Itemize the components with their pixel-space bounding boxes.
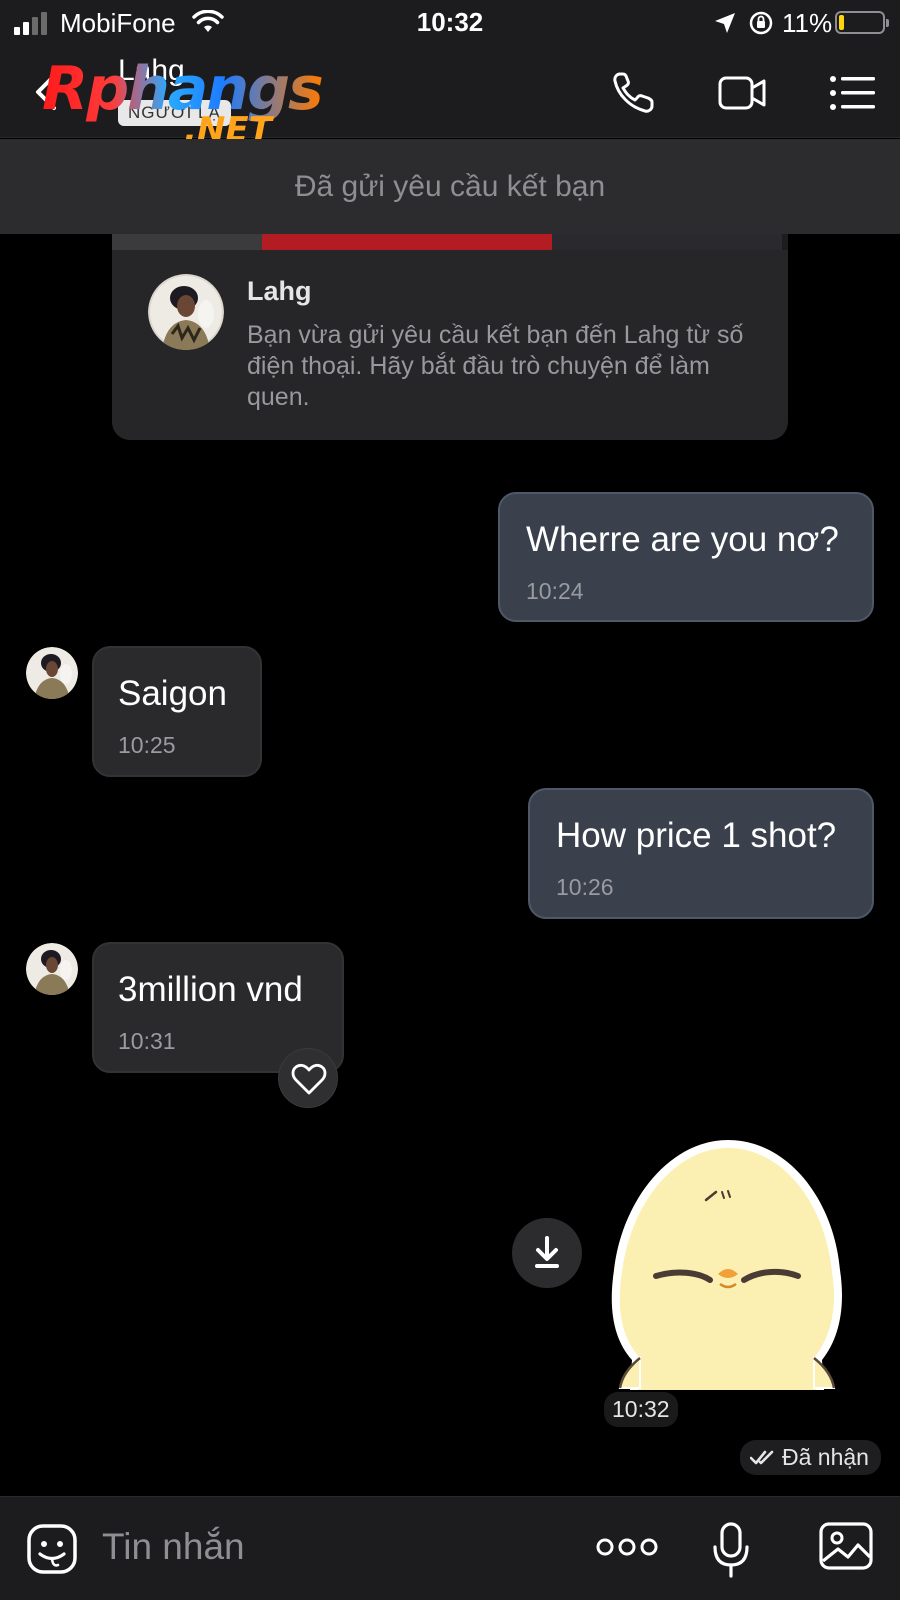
message-text: Wherre are you nơ? [526, 520, 839, 559]
stranger-badge: NGƯỜI LẠ [118, 100, 231, 126]
download-icon [535, 1236, 559, 1268]
message-time: 10:24 [526, 578, 584, 604]
double-check-icon [750, 1450, 774, 1464]
message-text: How price 1 shot? [556, 816, 837, 855]
battery-percentage: 11% [782, 8, 833, 38]
intro-description: Bạn vừa gửi yêu cầu kết bạn đến Lahg từ … [247, 321, 744, 411]
more-options-icon[interactable] [596, 1533, 658, 1561]
message-time: 10:25 [118, 732, 176, 758]
back-icon[interactable] [28, 70, 68, 114]
message-time: 10:32 [604, 1392, 678, 1427]
sender-avatar[interactable] [26, 943, 78, 995]
image-gallery-icon[interactable] [818, 1521, 874, 1571]
outgoing-message-bubble[interactable]: How price 1 shot? 10:26 [528, 788, 874, 919]
friend-request-banner: Đã gửi yêu cầu kết bạn [0, 139, 900, 234]
intro-contact-name: Lahg [247, 276, 312, 306]
message-text: 3million vnd [118, 970, 303, 1009]
location-arrow-icon [715, 13, 735, 33]
delivery-status: Đã nhận [740, 1440, 881, 1475]
contact-avatar[interactable] [148, 274, 224, 350]
message-time: 10:31 [118, 1028, 176, 1054]
sticker-emoji-icon[interactable] [26, 1523, 78, 1575]
chat-header: Lahg NGƯỜI LẠ Rphangs .NET [0, 46, 900, 150]
incoming-message-bubble[interactable]: Saigon 10:25 [92, 646, 262, 777]
delivery-status-text: Đã nhận [782, 1444, 869, 1470]
react-heart-button[interactable] [278, 1048, 338, 1108]
phone-icon[interactable] [608, 68, 658, 118]
message-input-bar [0, 1496, 900, 1600]
message-input[interactable] [102, 1521, 562, 1573]
menu-icon[interactable] [828, 68, 878, 118]
battery-icon [835, 11, 889, 34]
heart-icon [291, 1063, 327, 1095]
message-text: Saigon [118, 674, 227, 713]
sender-avatar[interactable] [26, 647, 78, 699]
outgoing-message-bubble[interactable]: Wherre are you nơ? 10:24 [498, 492, 874, 622]
video-call-icon[interactable] [714, 68, 770, 118]
contact-name[interactable]: Lahg [118, 54, 185, 88]
rotation-lock-icon [749, 11, 773, 35]
friend-request-status: Đã gửi yêu cầu kết bạn [294, 169, 606, 203]
status-bar: MobiFone 10:32 11% [0, 0, 900, 46]
cover-photo [112, 234, 788, 250]
message-time: 10:26 [556, 874, 614, 900]
chick-sticker[interactable] [610, 1140, 846, 1390]
microphone-icon[interactable] [712, 1521, 750, 1579]
download-button[interactable] [512, 1218, 582, 1288]
intro-card: Lahg Bạn vừa gửi yêu cầu kết bạn đến Lah… [112, 250, 788, 440]
